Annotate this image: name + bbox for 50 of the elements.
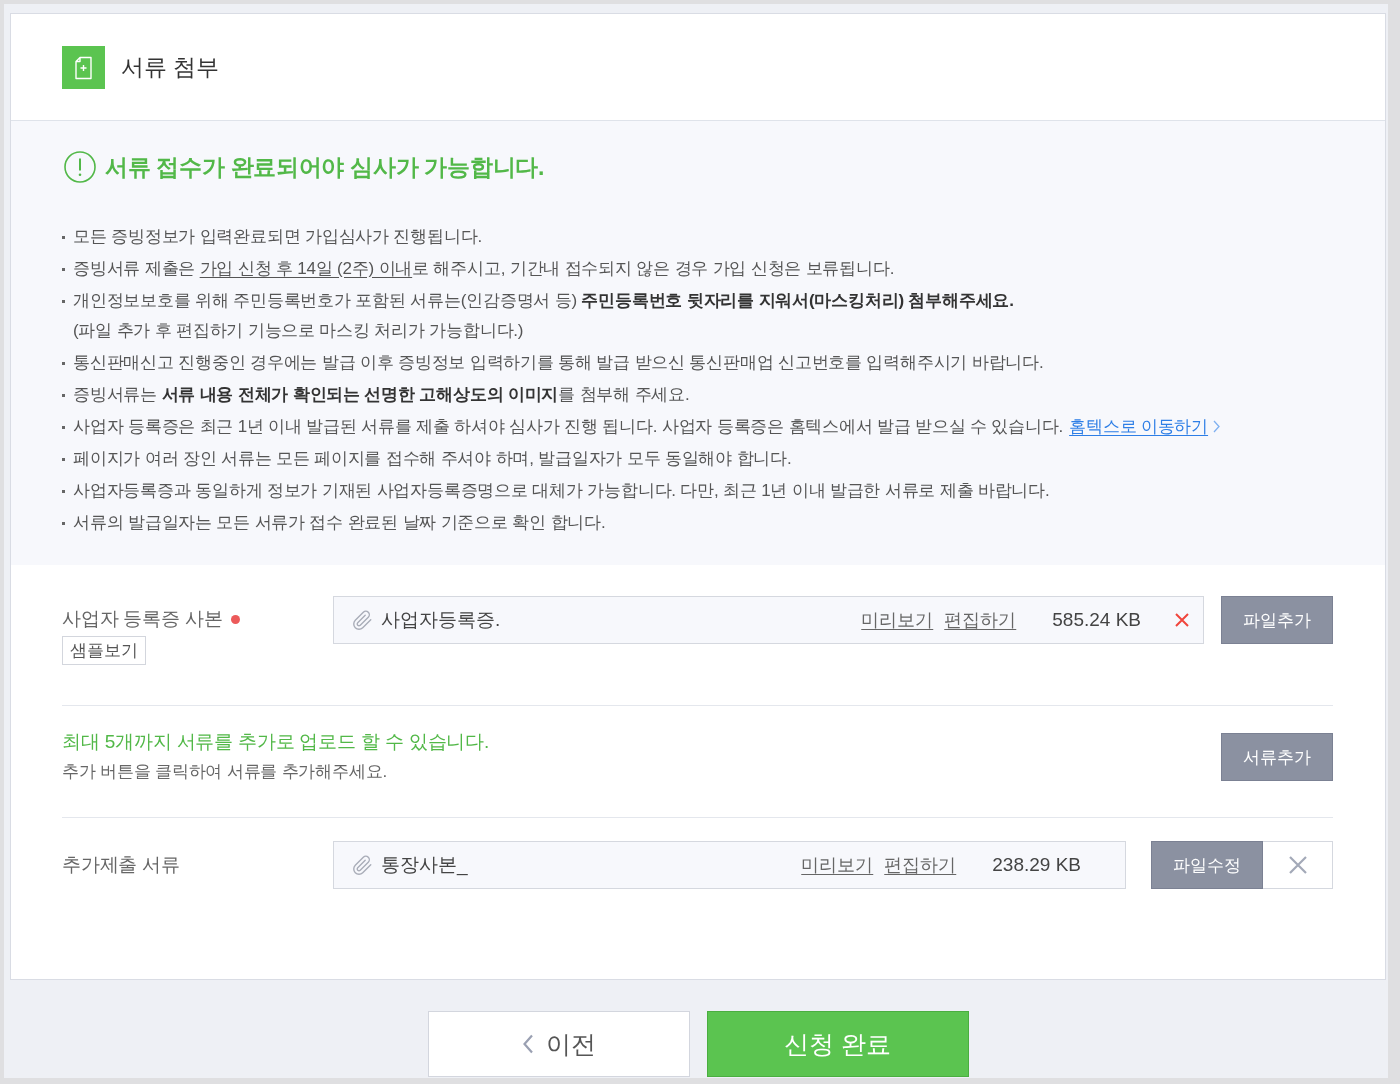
chevron-left-icon: [521, 1034, 534, 1054]
bullet-icon: [62, 490, 65, 493]
notice-text: 사업자등록증과 동일하게 정보가 기재된 사업자등록증명으로 대체가 가능합니다. 다만, 최근 1년 이내 발급한 서류로 제출 바랍니다.: [73, 480, 1050, 502]
notice-text: 증빙서류 제출은 가입 신청 후 14일 (2주) 이내로 해주시고, 기간내 접수되지 않은 경우 가입 신청은 보류됩니다.: [73, 258, 895, 280]
file-name: 통장사본_: [381, 853, 469, 878]
bullet-icon: [62, 458, 65, 461]
bullet-icon: [62, 522, 65, 525]
bullet-icon: [62, 300, 65, 303]
close-icon: [1175, 613, 1189, 627]
bullet-icon: [62, 426, 65, 429]
bullet-icon: [62, 268, 65, 271]
upload-hint-text: 추가 버튼을 클릭하여 서류를 추가해주세요.: [62, 761, 389, 783]
notice-text: 개인정보보호를 위해 주민등록번호가 포함된 서류는(인감증명서 등) 주민등록번호 뒷자리를 지워서(마스킹처리) 첨부해주세요.: [73, 290, 1014, 312]
replace-file-button[interactable]: 파일수정: [1151, 841, 1263, 889]
field-label: 사업자 등록증 사본: [62, 607, 223, 631]
notice-note: (파일 추가 후 편집하기 기능으로 마스킹 처리가 가능합니다.): [73, 320, 525, 342]
file-field[interactable]: 사업자등록증. 미리보기 편집하기 585.24 KB: [333, 596, 1204, 644]
upload-limit-text: 최대 5개까지 서류를 추가로 업로드 할 수 있습니다.: [62, 730, 489, 754]
file-field[interactable]: 통장사본_ 미리보기 편집하기 238.29 KB: [333, 841, 1126, 889]
exclamation-icon: [64, 151, 96, 183]
notice-text: 통신판매신고 진행중인 경우에는 발급 이후 증빙정보 입력하기를 통해 발급 받으신 통신판매업 신고번호를 입력해주시기 바랍니다.: [73, 352, 1044, 374]
paperclip-icon: [352, 854, 373, 876]
file-name: 사업자등록증.: [381, 608, 502, 632]
close-icon: [1288, 856, 1307, 874]
section-title: 서류 첨부: [121, 52, 220, 82]
field-label: 추가제출 서류: [62, 853, 180, 877]
file-size: 585.24 KB: [1052, 609, 1141, 631]
bullet-icon: [62, 236, 65, 239]
notice-text: 페이지가 여러 장인 서류는 모든 페이지를 접수해 주셔야 하며, 발급일자가 모두 동일해야 합니다.: [73, 448, 792, 470]
chevron-right-icon: [1213, 420, 1221, 433]
notice-text: 서류의 발급일자는 모든 서류가 접수 완료된 날짜 기준으로 확인 합니다.: [73, 512, 606, 534]
edit-link[interactable]: 편집하기: [944, 608, 1017, 632]
preview-link[interactable]: 미리보기: [861, 608, 934, 632]
add-document-button[interactable]: 서류추가: [1221, 733, 1333, 781]
hometax-link[interactable]: 홈텍스로 이동하기: [1069, 417, 1221, 436]
file-size: 238.29 KB: [992, 854, 1081, 876]
notice-text: 사업자 등록증은 최근 1년 이내 발급된 서류를 제출 하셔야 심사가 진행 됩니다. 사업자 등록증은 홈텍스에서 발급 받으실 수 있습니다. 홈텍스로 이동하기: [73, 411, 1221, 443]
notice-text: 모든 증빙정보가 입력완료되면 가입심사가 진행됩니다.: [73, 226, 483, 248]
paperclip-icon: [352, 609, 373, 631]
document-add-icon: [62, 45, 105, 89]
add-file-button[interactable]: 파일추가: [1221, 596, 1333, 644]
edit-link[interactable]: 편집하기: [884, 853, 957, 877]
notice-text: 증빙서류는 서류 내용 전체가 확인되는 선명한 고해상도의 이미지를 첨부해 주세요.: [73, 384, 690, 406]
bullet-icon: [62, 394, 65, 397]
sample-button[interactable]: 샘플보기: [62, 636, 146, 665]
bullet-icon: [62, 362, 65, 365]
notice-heading: 서류 접수가 완료되어야 심사가 가능합니다.: [105, 152, 545, 182]
remove-button[interactable]: [1175, 613, 1189, 627]
preview-link[interactable]: 미리보기: [801, 853, 874, 877]
back-button[interactable]: 이전: [427, 1011, 690, 1077]
